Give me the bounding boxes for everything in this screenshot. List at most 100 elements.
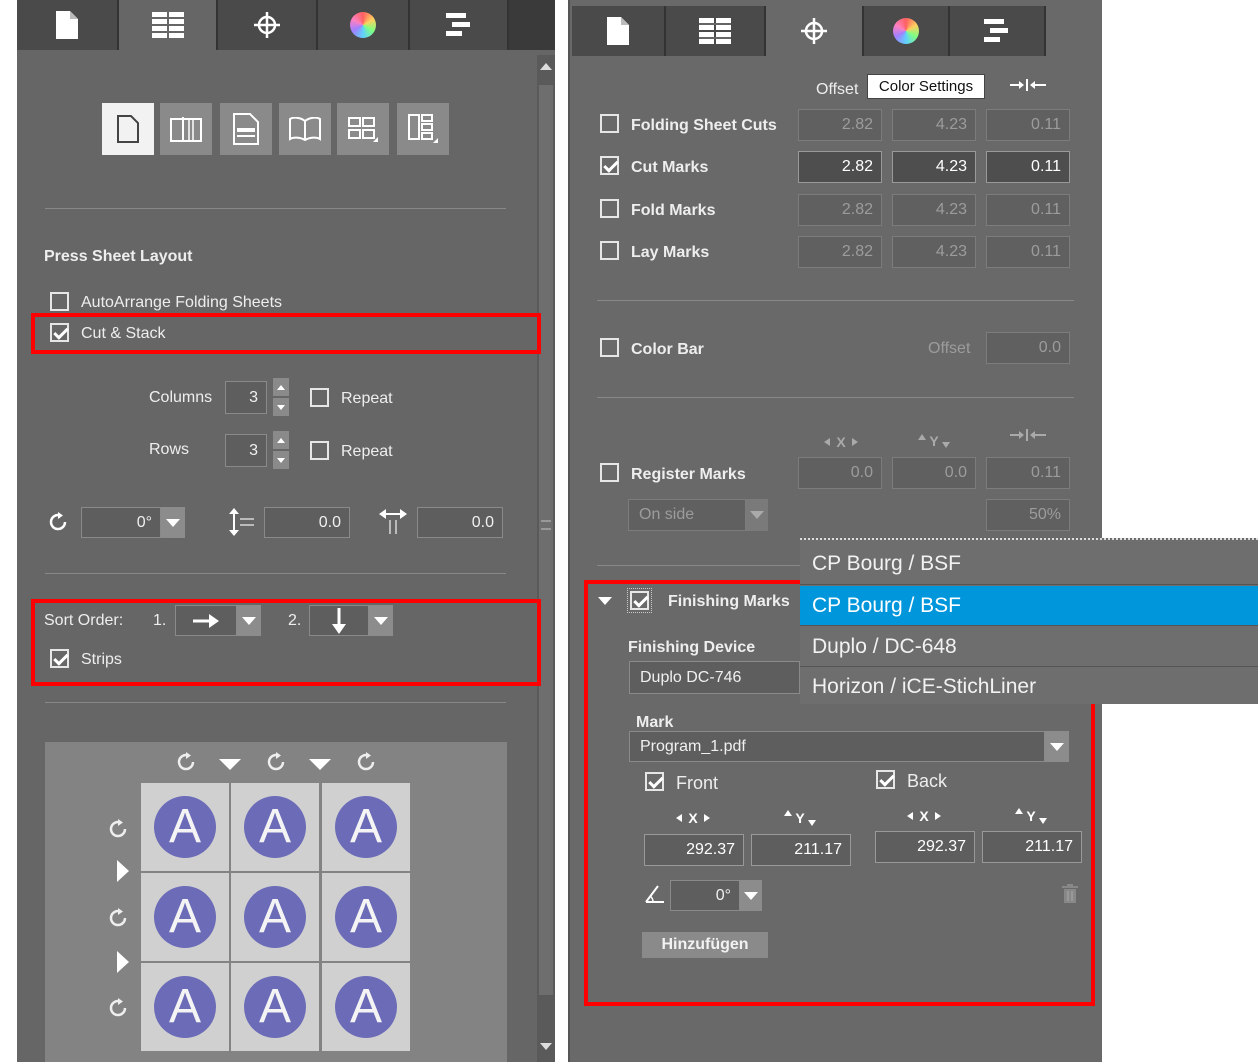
imposed-view-button[interactable] [220,103,272,155]
color-bar-offset-field[interactable]: 0.0 [986,332,1070,364]
mark-value-field[interactable]: 0.11 [986,194,1070,226]
rows-stepper[interactable] [273,431,289,469]
device-option-cp-bourg[interactable]: CP Bourg / BSF [800,586,1258,626]
rows-repeat-checkbox[interactable] [310,441,329,460]
columns-input[interactable]: 3 [225,381,267,414]
auto-arrange-checkbox[interactable] [50,292,69,311]
mark-checkbox[interactable] [600,156,619,175]
grid-cell[interactable]: A [322,963,410,1051]
rotation-dropdown-button[interactable] [161,507,185,538]
offset-header-label: Offset [816,81,859,98]
color-bar-checkbox[interactable] [600,338,619,357]
chevron-down-icon [750,511,764,519]
chevron-down-icon[interactable] [219,759,241,770]
grid-cell[interactable]: A [141,963,229,1051]
page-a-icon: A [244,796,306,858]
register-bleed-field[interactable]: 0.11 [986,457,1070,489]
grid-view-button[interactable] [337,103,389,155]
chevron-up-icon[interactable] [273,378,289,396]
grid-icon [348,117,378,142]
chevron-down-icon[interactable] [273,451,289,469]
mark-value-field[interactable]: 2.82 [798,151,882,183]
register-x-field[interactable]: 0.0 [798,457,882,489]
rotate-icon[interactable] [107,907,129,929]
rotate-icon[interactable] [107,818,129,840]
scroll-down-icon[interactable] [540,1043,552,1050]
rows-input[interactable]: 3 [225,434,267,467]
color-bar-offset-label: Offset [928,340,971,357]
tab-document[interactable] [17,0,119,50]
mark-checkbox[interactable] [600,241,619,260]
mark-checkbox[interactable] [600,199,619,218]
mark-value-field[interactable]: 4.23 [892,109,976,141]
grid-cell[interactable]: A [322,873,410,961]
rotate-icon[interactable] [355,751,377,773]
rotate-icon[interactable] [107,997,129,1019]
page-icon [117,115,139,143]
chevron-down-icon[interactable] [273,398,289,416]
register-position-dropdown-button[interactable] [746,499,768,531]
chevron-up-icon[interactable] [273,431,289,449]
grid-cell[interactable]: A [322,783,410,871]
mark-checkbox[interactable] [600,114,619,133]
mark-value-field[interactable]: 0.11 [986,109,1070,141]
mark-value-field[interactable]: 2.82 [798,194,882,226]
register-marks-checkbox[interactable] [600,463,619,482]
page-a-icon: A [154,796,216,858]
chevron-down-icon[interactable] [309,759,331,770]
rotate-icon[interactable] [175,751,197,773]
scroll-thumb[interactable] [539,85,553,995]
list-view-button[interactable] [397,103,449,155]
grid-cell[interactable]: A [141,783,229,871]
single-page-view-button[interactable] [102,103,154,155]
mark-value-field[interactable]: 4.23 [892,236,976,268]
tab-color[interactable] [318,0,410,50]
rotate-icon[interactable] [265,751,287,773]
scrollbar[interactable] [537,55,555,1062]
tab-marks[interactable] [218,0,318,50]
play-right-icon[interactable] [117,860,129,882]
columns-repeat-checkbox[interactable] [310,388,329,407]
book-view-button[interactable] [279,103,331,155]
mark-value-field[interactable]: 2.82 [798,236,882,268]
highlight-sort-order [31,599,541,686]
folded-view-button[interactable] [160,103,212,155]
mark-value-field[interactable]: 2.82 [798,109,882,141]
page-a-icon: A [244,976,306,1038]
play-right-icon[interactable] [117,951,129,973]
tab-marks[interactable] [766,6,864,56]
register-position-select[interactable]: On side [628,499,746,531]
device-option-duplo[interactable]: Duplo / DC-648 [800,627,1258,667]
device-option-header[interactable]: CP Bourg / BSF [800,544,1258,584]
register-percent-field[interactable]: 50% [986,499,1070,531]
layout-preview: A A A A A A A A A [45,742,507,1062]
tab-layout[interactable] [119,0,218,50]
tab-align[interactable] [950,6,1046,56]
mark-value-field[interactable]: 4.23 [892,194,976,226]
device-option-horizon[interactable]: Horizon / iCE-StichLiner [800,667,1258,707]
grid-cell[interactable]: A [231,963,319,1051]
mark-value-field[interactable]: 0.11 [986,236,1070,268]
scroll-up-icon[interactable] [540,63,552,70]
panel-border [568,0,570,1062]
grid-cell[interactable]: A [141,873,229,961]
tab-align[interactable] [410,0,509,50]
mark-value-field[interactable]: 0.11 [986,151,1070,183]
mark-value-field[interactable]: 4.23 [892,151,976,183]
grid-cell[interactable]: A [231,873,319,961]
color-bar-label: Color Bar [631,341,704,358]
page-a-icon: A [154,886,216,948]
tab-layout[interactable] [666,6,766,56]
tab-color[interactable] [864,6,950,56]
tab-document[interactable] [572,6,666,56]
rotation-field[interactable]: 0° [81,507,161,538]
finishing-device-dropdown-list: CP Bourg / BSF CP Bourg / BSF Duplo / DC… [800,538,1258,704]
horizontal-spacing-field[interactable]: 0.0 [417,507,503,538]
vertical-spacing-field[interactable]: 0.0 [264,507,350,538]
grip-icon [541,520,551,530]
columns-stepper[interactable] [273,378,289,416]
register-y-field[interactable]: 0.0 [892,457,976,489]
page-a-icon: A [335,796,397,858]
list-layout-icon [408,114,438,143]
grid-cell[interactable]: A [231,783,319,871]
